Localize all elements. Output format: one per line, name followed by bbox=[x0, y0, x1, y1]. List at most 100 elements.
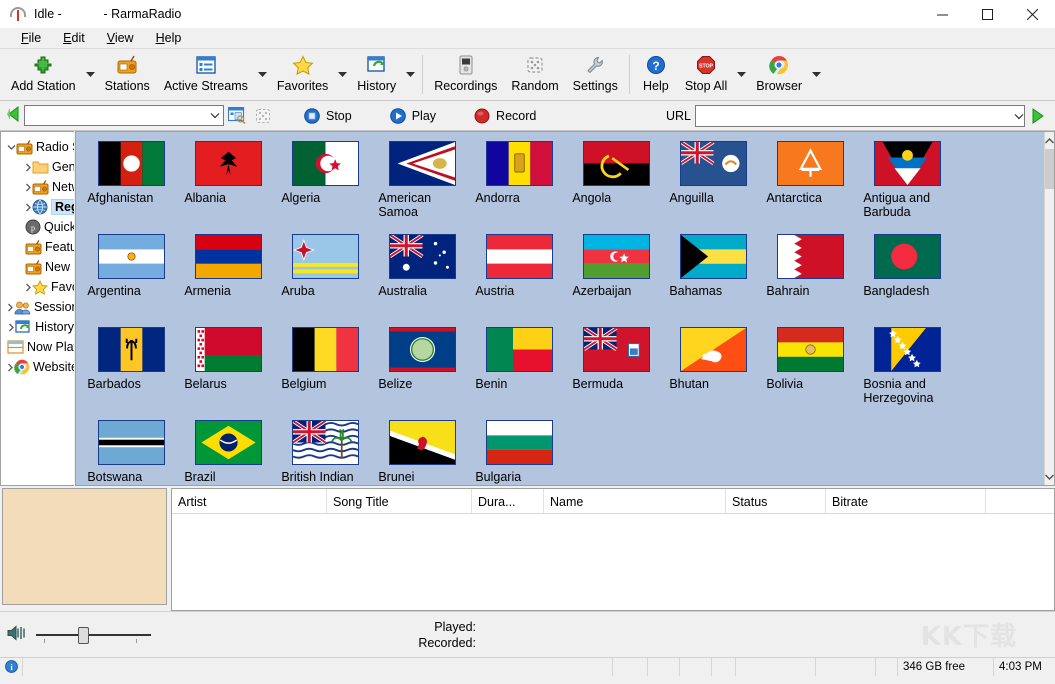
column-header[interactable]: Song Title bbox=[327, 489, 472, 514]
grid-item[interactable]: American Samoa bbox=[377, 138, 474, 231]
toolbar-stop-all[interactable]: STOP Stop All bbox=[678, 49, 734, 100]
chevron-right-icon[interactable] bbox=[7, 363, 14, 372]
column-header[interactable]: Name bbox=[544, 489, 726, 514]
toolbar-recordings[interactable]: Recordings bbox=[427, 49, 504, 100]
volume-slider[interactable] bbox=[36, 625, 151, 645]
menu-help[interactable]: Help bbox=[145, 29, 193, 47]
tree-item-quick-presets[interactable]: pQuick Presets bbox=[7, 217, 74, 237]
grid-item[interactable]: Brazil bbox=[183, 417, 280, 485]
chevron-right-icon[interactable] bbox=[25, 163, 32, 172]
toolbar-random[interactable]: Random bbox=[504, 49, 565, 100]
toolbar-stop-all-dropdown[interactable] bbox=[734, 49, 749, 100]
speaker-icon[interactable] bbox=[6, 624, 28, 645]
play-button[interactable]: Play bbox=[380, 108, 446, 124]
close-icon[interactable] bbox=[1010, 0, 1055, 28]
grid-item[interactable]: Andorra bbox=[474, 138, 571, 231]
station-details-icon[interactable] bbox=[224, 104, 250, 128]
tree-item-favorites[interactable]: Favorites bbox=[7, 277, 74, 297]
chevron-right-icon[interactable] bbox=[25, 183, 32, 192]
toolbar-settings[interactable]: Settings bbox=[566, 49, 625, 100]
stop-button[interactable]: Stop bbox=[294, 108, 362, 124]
chevron-right-icon[interactable] bbox=[7, 323, 15, 332]
toolbar-add-station[interactable]: Add Station bbox=[4, 49, 83, 100]
now-playing-list[interactable]: ArtistSong TitleDura...NameStatusBitrate bbox=[171, 488, 1055, 611]
scroll-up-icon[interactable] bbox=[1045, 132, 1054, 149]
green-play-arrow-icon[interactable] bbox=[1025, 104, 1051, 128]
chevron-down-icon[interactable] bbox=[7, 144, 16, 151]
grid-item[interactable]: Brunei bbox=[377, 417, 474, 485]
grid-item[interactable]: Botswana bbox=[86, 417, 183, 485]
record-button[interactable]: Record bbox=[464, 108, 546, 124]
search-combo[interactable] bbox=[24, 105, 224, 126]
toolbar-help[interactable]: ? Help bbox=[634, 49, 678, 100]
grid-item[interactable]: Algeria bbox=[280, 138, 377, 231]
chevron-right-icon[interactable] bbox=[7, 303, 14, 312]
grid-item[interactable]: Austria bbox=[474, 231, 571, 324]
grid-item[interactable]: Afghanistan bbox=[86, 138, 183, 231]
grid-item[interactable]: Belarus bbox=[183, 324, 280, 417]
toolbar-add-station-dropdown[interactable] bbox=[83, 49, 98, 100]
grid-item[interactable]: Antigua and Barbuda bbox=[862, 138, 959, 231]
toolbar-favorites[interactable]: Favorites bbox=[270, 49, 335, 100]
toolbar-browser-dropdown[interactable] bbox=[809, 49, 824, 100]
menu-view[interactable]: View bbox=[96, 29, 145, 47]
grid-item[interactable]: Bulgaria bbox=[474, 417, 571, 485]
volume-thumb[interactable] bbox=[78, 627, 89, 644]
scroll-down-icon[interactable] bbox=[1045, 468, 1054, 485]
grid-item[interactable]: Armenia bbox=[183, 231, 280, 324]
grid-item[interactable]: Azerbaijan bbox=[571, 231, 668, 324]
grid-item[interactable]: Bosnia and Herzegovina bbox=[862, 324, 959, 417]
maximize-icon[interactable] bbox=[965, 0, 1010, 28]
dice-small-icon[interactable] bbox=[250, 104, 276, 128]
scroll-track[interactable] bbox=[1045, 149, 1054, 468]
info-icon[interactable]: i bbox=[0, 660, 22, 673]
tree-item-history[interactable]: History bbox=[7, 317, 74, 337]
tree-item-new-online-stations[interactable]: New Online Stations bbox=[7, 257, 74, 277]
toolbar-favorites-dropdown[interactable] bbox=[335, 49, 350, 100]
tree-item-network[interactable]: Network bbox=[7, 177, 74, 197]
grid-item[interactable]: Aruba bbox=[280, 231, 377, 324]
tree-item-featured-online-stations[interactable]: Featured Online Stations bbox=[7, 237, 74, 257]
grid-item[interactable]: Barbados bbox=[86, 324, 183, 417]
grid-item[interactable]: Australia bbox=[377, 231, 474, 324]
chevron-right-icon[interactable] bbox=[25, 203, 32, 212]
tree-item-region[interactable]: Region bbox=[7, 197, 74, 217]
toolbar-active-streams-dropdown[interactable] bbox=[255, 49, 270, 100]
grid-item[interactable]: Belize bbox=[377, 324, 474, 417]
column-header[interactable]: Bitrate bbox=[826, 489, 986, 514]
chevron-right-icon[interactable] bbox=[25, 283, 32, 292]
grid-scrollbar[interactable] bbox=[1044, 132, 1054, 485]
toolbar-browser[interactable]: Browser bbox=[749, 49, 809, 100]
toolbar-history[interactable]: History bbox=[350, 49, 403, 100]
green-left-arrow-icon[interactable] bbox=[6, 106, 20, 125]
tree-item-genres[interactable]: Genres bbox=[7, 157, 74, 177]
grid-item[interactable]: Bahrain bbox=[765, 231, 862, 324]
grid-item[interactable]: Argentina bbox=[86, 231, 183, 324]
column-header[interactable]: Artist bbox=[172, 489, 327, 514]
tree-item-websites[interactable]: Websites bbox=[7, 357, 74, 377]
grid-item[interactable]: British Indian Ocean Territory bbox=[280, 417, 377, 485]
menu-file[interactable]: File bbox=[10, 29, 52, 47]
navigation-tree[interactable]: Radio StationsGenresNetworkRegionpQuick … bbox=[0, 131, 74, 486]
list-header[interactable]: ArtistSong TitleDura...NameStatusBitrate bbox=[172, 489, 1054, 514]
url-chevron-down-icon[interactable] bbox=[1014, 109, 1024, 123]
column-header[interactable]: Dura... bbox=[472, 489, 544, 514]
chevron-down-icon[interactable] bbox=[207, 112, 223, 119]
minimize-icon[interactable] bbox=[920, 0, 965, 28]
column-header[interactable]: Status bbox=[726, 489, 826, 514]
grid-item[interactable]: Anguilla bbox=[668, 138, 765, 231]
scroll-thumb[interactable] bbox=[1045, 149, 1054, 189]
menu-edit[interactable]: Edit bbox=[52, 29, 96, 47]
grid-item[interactable]: Bermuda bbox=[571, 324, 668, 417]
toolbar-history-dropdown[interactable] bbox=[403, 49, 418, 100]
grid-item[interactable]: Antarctica bbox=[765, 138, 862, 231]
grid-item[interactable]: Bhutan bbox=[668, 324, 765, 417]
url-input[interactable] bbox=[696, 107, 1014, 125]
url-combo[interactable] bbox=[695, 105, 1025, 127]
grid-item[interactable]: Bolivia bbox=[765, 324, 862, 417]
tree-item-sessions[interactable]: Sessions bbox=[7, 297, 74, 317]
grid-item[interactable]: Bahamas bbox=[668, 231, 765, 324]
toolbar-active-streams[interactable]: Active Streams bbox=[157, 49, 255, 100]
flag-grid[interactable]: AfghanistanAlbaniaAlgeriaAmerican SamoaA… bbox=[76, 132, 1044, 485]
tree-item-radio-stations[interactable]: Radio Stations bbox=[7, 137, 74, 157]
